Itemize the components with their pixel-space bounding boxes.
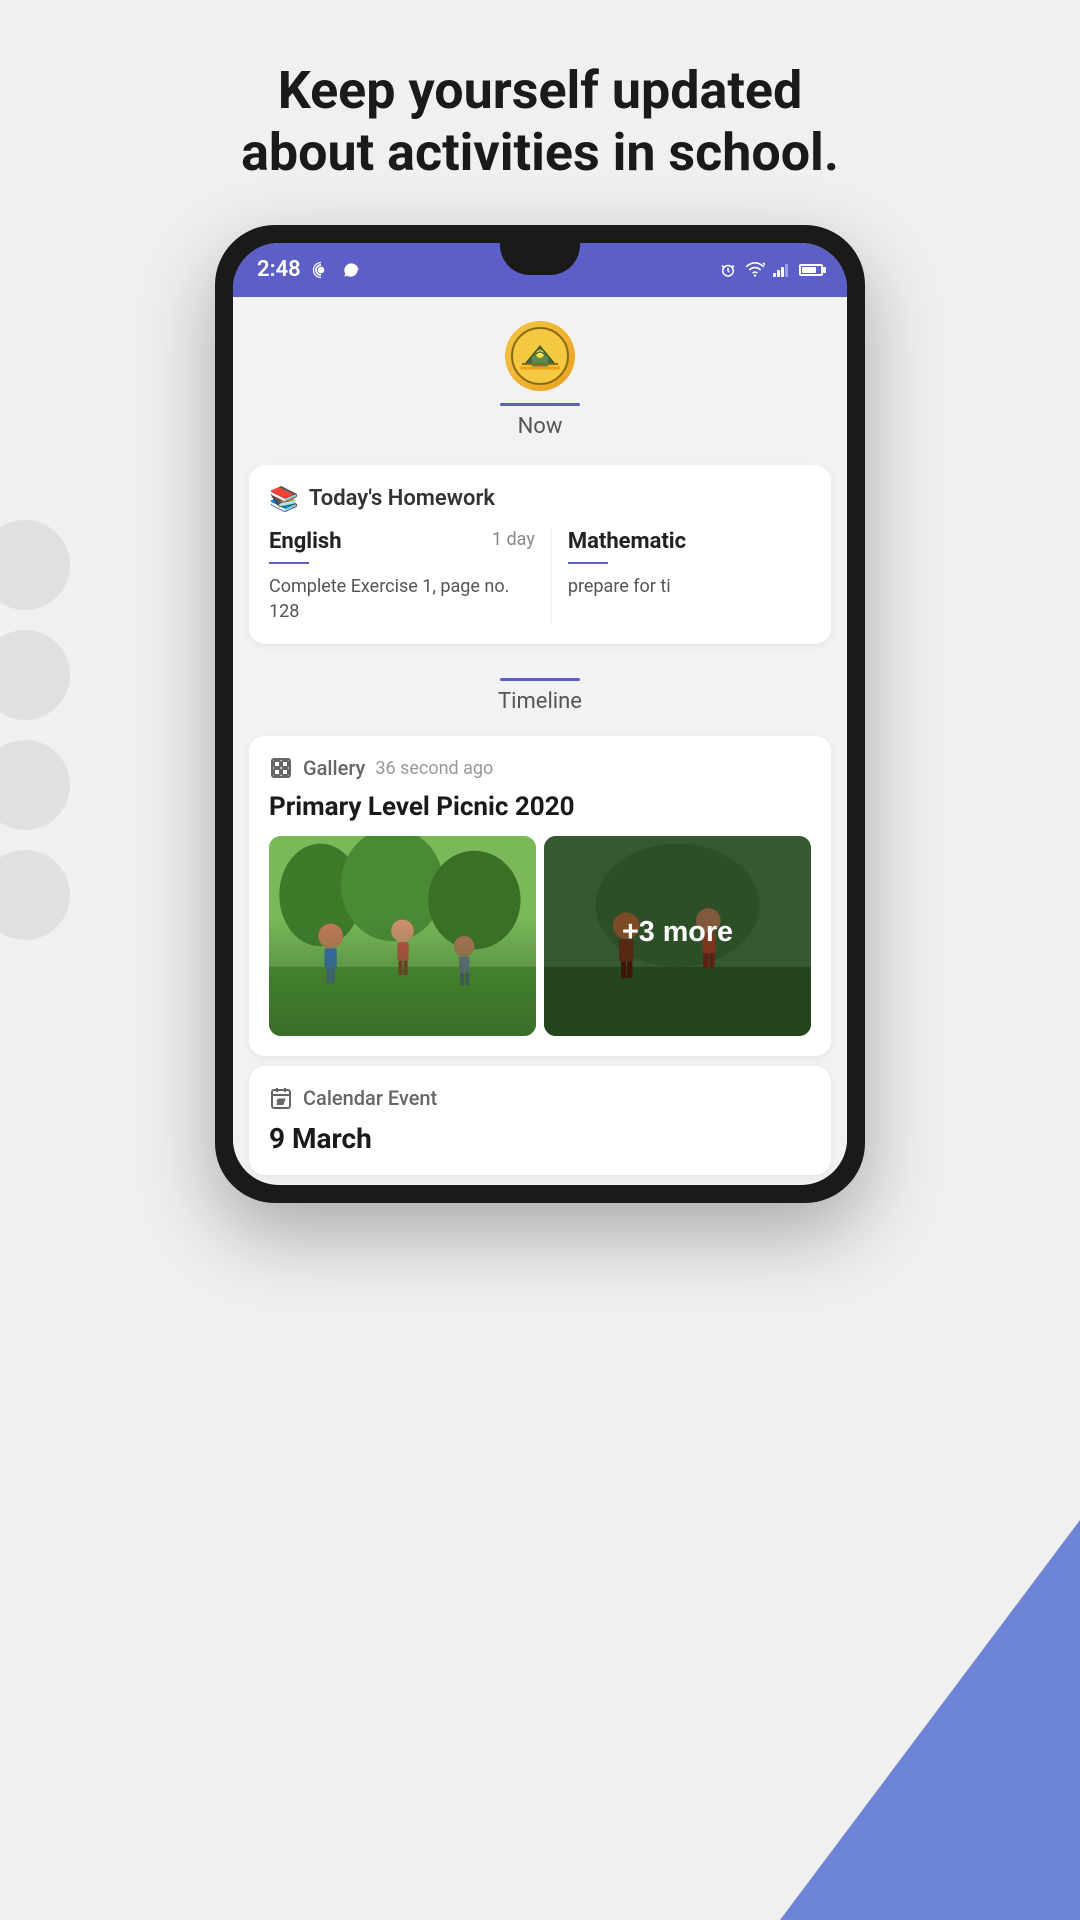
app-content: Now 📚 Today's Homework English 1 day bbox=[233, 297, 847, 1175]
english-desc: Complete Exercise 1, page no. 128 bbox=[269, 576, 509, 622]
headline-line2: about activities in school. bbox=[241, 122, 839, 183]
signal-icon bbox=[773, 263, 791, 277]
gallery-images: +3 more bbox=[269, 836, 811, 1036]
english-underline bbox=[269, 562, 309, 564]
phone-screen: 2:48 bbox=[233, 243, 847, 1185]
timeline-tab[interactable]: Timeline bbox=[498, 678, 582, 714]
homework-card-title: Today's Homework bbox=[309, 486, 495, 511]
now-tab-line bbox=[500, 403, 580, 406]
math-underline bbox=[568, 562, 608, 564]
timeline-tab-line bbox=[500, 678, 580, 681]
now-tab[interactable]: Now bbox=[500, 403, 580, 439]
english-header: English 1 day bbox=[269, 529, 535, 558]
headline-line1: Keep yourself updated bbox=[278, 60, 803, 121]
now-tab-label: Now bbox=[518, 414, 563, 439]
svg-text:27: 27 bbox=[278, 1099, 285, 1106]
homework-row: English 1 day Complete Exercise 1, page … bbox=[269, 529, 811, 624]
gallery-meta: Gallery 36 second ago bbox=[269, 756, 811, 780]
bg-circle-3 bbox=[0, 740, 70, 830]
gallery-icon bbox=[269, 756, 293, 780]
podcast-icon bbox=[311, 260, 331, 280]
bg-circle-4 bbox=[0, 850, 70, 940]
wifi-icon bbox=[745, 262, 765, 278]
phone-frame: 2:48 bbox=[215, 225, 865, 1203]
math-header: Mathematic bbox=[568, 529, 811, 558]
status-time: 2:48 bbox=[257, 257, 301, 282]
calendar-meta: 27 Calendar Event bbox=[269, 1086, 811, 1110]
math-desc: prepare for ti bbox=[568, 576, 671, 597]
homework-card-header: 📚 Today's Homework bbox=[269, 485, 811, 513]
timeline-tab-label: Timeline bbox=[498, 689, 582, 714]
svg-text:+3 more: +3 more bbox=[622, 916, 733, 948]
calendar-icon: 27 bbox=[269, 1086, 293, 1110]
calendar-date: 9 March bbox=[269, 1122, 811, 1155]
bg-triangle bbox=[780, 1520, 1080, 1920]
school-header: Now bbox=[233, 297, 847, 455]
calendar-card[interactable]: 27 Calendar Event 9 March bbox=[249, 1066, 831, 1175]
gallery-time: 36 second ago bbox=[375, 758, 493, 779]
math-subject: Mathematic bbox=[568, 529, 686, 554]
whatsapp-icon bbox=[341, 260, 361, 280]
timeline-section: Timeline bbox=[233, 654, 847, 726]
page-header: Keep yourself updated about activities i… bbox=[0, 0, 1080, 225]
gallery-photo-1[interactable] bbox=[269, 836, 536, 1036]
gallery-type: Gallery bbox=[303, 756, 365, 780]
homework-english[interactable]: English 1 day Complete Exercise 1, page … bbox=[269, 529, 535, 624]
gallery-card[interactable]: Gallery 36 second ago Primary Level Picn… bbox=[249, 736, 831, 1056]
alarm-icon bbox=[719, 261, 737, 279]
gallery-photo-2[interactable]: +3 more bbox=[544, 836, 811, 1036]
english-subject: English bbox=[269, 529, 342, 554]
gallery-title: Primary Level Picnic 2020 bbox=[269, 792, 811, 822]
homework-icon: 📚 bbox=[269, 485, 299, 513]
english-due: 1 day bbox=[492, 529, 535, 550]
homework-math[interactable]: Mathematic prepare for ti bbox=[551, 529, 811, 624]
status-bar-right bbox=[719, 261, 823, 279]
bg-circle-2 bbox=[0, 630, 70, 720]
battery-icon bbox=[799, 264, 823, 276]
school-logo bbox=[505, 321, 575, 391]
bg-circle-1 bbox=[0, 520, 70, 610]
status-bar-left: 2:48 bbox=[257, 257, 361, 282]
calendar-type: Calendar Event bbox=[303, 1086, 437, 1110]
homework-card: 📚 Today's Homework English 1 day Complet… bbox=[249, 465, 831, 644]
